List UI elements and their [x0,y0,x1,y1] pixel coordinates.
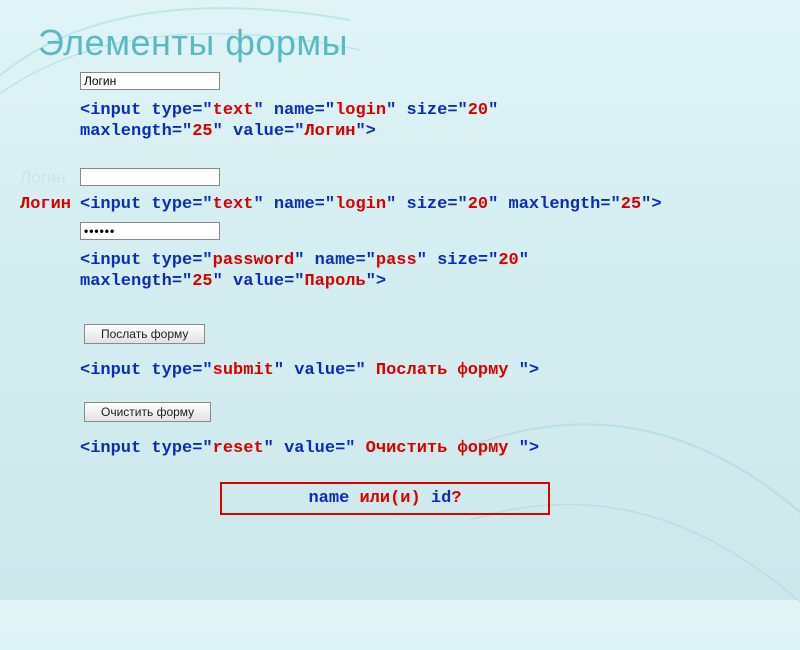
footer-name-or-id: name или(и) id? [220,482,550,515]
submit-button[interactable]: Послать форму [84,324,205,344]
code-input-password: <input type="password" name="pass" size=… [80,250,529,293]
code-input-text-nolabel: <input type="text" name="login" size="20… [80,194,662,215]
login-input-empty[interactable] [80,168,220,186]
password-input[interactable]: •••••• [80,222,220,240]
reset-button[interactable]: Очистить форму [84,402,211,422]
login-input-prefilled[interactable]: Логин [80,72,220,90]
code-input-reset: <input type="reset" value=" Очистить фор… [80,438,539,459]
ghost-login-label: Логин [20,168,66,188]
code-input-submit: <input type="submit" value=" Послать фор… [80,360,539,381]
slide-title: Элементы формы [38,22,348,64]
login-leading-label: Логин [20,194,71,215]
code-input-text-value: <input type="text" name="login" size="20… [80,100,498,143]
